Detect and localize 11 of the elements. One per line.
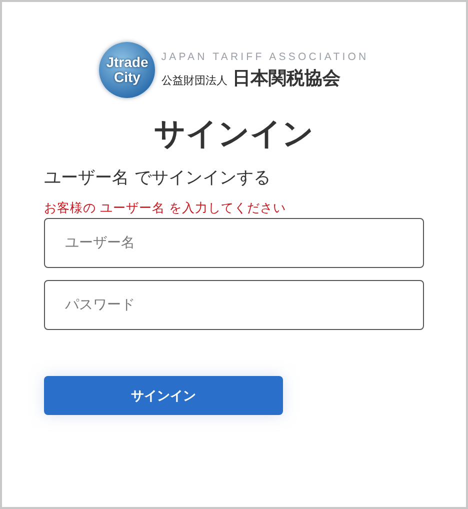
password-field[interactable]: パスワード [44, 280, 424, 330]
form-subtitle: ユーザー名 でサインインする [44, 167, 272, 190]
page-title: サインイン [153, 115, 315, 154]
logo-text: Jtrade [106, 55, 148, 70]
org-name: 日本関税協会 [232, 66, 340, 90]
username-field[interactable]: ユーザー名 [44, 218, 424, 268]
error-message: お客様の ユーザー名 を入力してください [44, 200, 287, 216]
sign-in-button[interactable]: サインイン [44, 376, 283, 415]
logo-tagline: JAPAN TARIFF ASSOCIATION [161, 50, 369, 62]
logo-text: City [114, 70, 140, 85]
org-type: 公益財団法人 [161, 72, 228, 88]
